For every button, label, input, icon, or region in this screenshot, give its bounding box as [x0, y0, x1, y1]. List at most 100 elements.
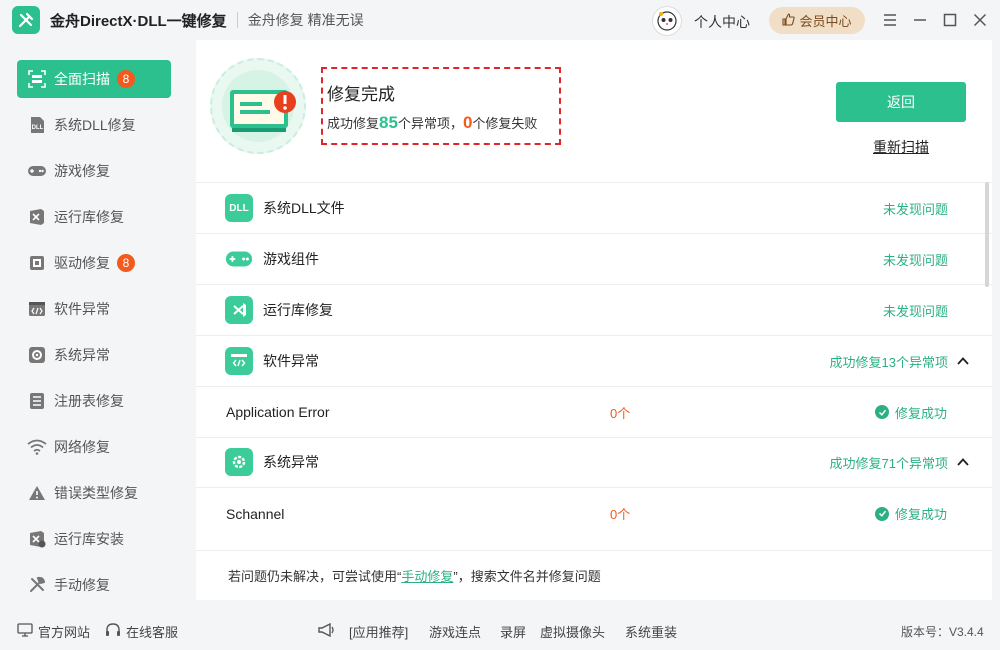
title-bar: 金舟DirectX·DLL一键修复 金舟修复 精准无误 个人中心 会员中心: [0, 0, 1000, 40]
wrench-icon: [27, 575, 47, 595]
manual-repair-link[interactable]: 手动修复: [401, 566, 453, 585]
online-service-link[interactable]: 在线客服: [105, 622, 178, 641]
sidebar-item-registry[interactable]: 注册表修复: [17, 382, 171, 420]
code-icon: [27, 299, 47, 319]
title-divider: [236, 12, 238, 28]
category-row-software[interactable]: 软件异常 成功修复13个异常项: [196, 336, 992, 387]
minimize-icon[interactable]: [910, 10, 930, 30]
check-circle-icon: [875, 405, 889, 419]
headset-icon: [105, 622, 121, 641]
category-status: 未发现问题: [882, 252, 948, 268]
list-scrollbar[interactable]: [985, 182, 989, 287]
sub-item-name: Schannel: [226, 505, 285, 522]
gear-icon: [225, 448, 253, 476]
website-label: 官方网站: [38, 625, 91, 640]
category-row-dll[interactable]: DLL 系统DLL文件 未发现问题: [196, 183, 992, 234]
highlight-frame: [321, 67, 561, 145]
dll-file-icon: DLL: [225, 194, 253, 222]
sub-item-row: Schannel 0个 修复成功: [196, 488, 992, 539]
app-logo-icon: [12, 6, 40, 34]
category-label: 系统异常: [263, 454, 319, 470]
result-label: 修复成功: [895, 507, 948, 522]
sidebar-item-label: 系统DLL修复: [54, 117, 136, 133]
sub-item-row: Application Error 0个 修复成功: [196, 387, 992, 438]
status-title: 修复完成: [327, 85, 395, 104]
footer-link-screen-record[interactable]: 录屏: [500, 622, 526, 641]
hint-after: ”，搜索文件名并修复问题: [453, 569, 601, 584]
service-label: 在线客服: [126, 625, 179, 640]
category-status: 成功修复13个异常项: [829, 354, 948, 370]
scan-icon: [27, 69, 47, 89]
close-icon[interactable]: [970, 10, 990, 30]
chevron-up-icon[interactable]: [956, 455, 970, 469]
vip-center-button[interactable]: 会员中心: [769, 7, 865, 34]
main-panel: 修复完成 成功修复85个异常项，0个修复失败 返回 重新扫描 DLL 系统DLL…: [196, 40, 992, 600]
count-badge: 8: [117, 70, 135, 88]
driver-icon: [27, 253, 47, 273]
fixed-count: 85: [379, 113, 398, 132]
personal-center-link[interactable]: 个人中心: [694, 12, 750, 32]
rescan-link[interactable]: 重新扫描: [873, 137, 929, 157]
result-label: 修复成功: [895, 405, 948, 421]
gear-icon: [27, 345, 47, 365]
footer-link-system-reinstall[interactable]: 系统重装: [625, 622, 677, 641]
repair-illustration: [210, 58, 306, 154]
app-recommend-label: [应用推荐]: [349, 625, 409, 640]
sub-item-result: 修复成功: [875, 403, 947, 422]
check-circle-icon: [875, 506, 889, 521]
sidebar-item-network[interactable]: 网络修复: [17, 428, 171, 466]
bottom-bar: 官方网站 在线客服 [应用推荐] 游戏连点 录屏 虚拟摄像头 系统重装 版本号：…: [0, 608, 1000, 650]
warning-icon: [27, 483, 47, 503]
code-window-icon: [225, 347, 253, 375]
sidebar-item-label: 系统异常: [54, 347, 110, 363]
sidebar-item-label: 注册表修复: [54, 393, 124, 409]
menu-icon[interactable]: [880, 10, 900, 30]
sidebar-item-manual[interactable]: 手动修复: [17, 566, 171, 604]
sidebar-item-software[interactable]: 软件异常: [17, 290, 171, 328]
sub-item-count: 0个: [610, 405, 631, 421]
category-row-runtime[interactable]: 运行库修复 未发现问题: [196, 285, 992, 336]
svg-text:DLL: DLL: [32, 125, 44, 131]
sidebar-item-error-type[interactable]: 错误类型修复: [17, 474, 171, 512]
sub-item-name: Application Error: [226, 404, 330, 420]
sidebar-item-driver[interactable]: 驱动修复 8: [17, 244, 171, 282]
sidebar-item-label: 运行库安装: [54, 531, 124, 547]
chevron-up-icon[interactable]: [956, 354, 970, 368]
sidebar-item-runtime-install[interactable]: 运行库安装: [17, 520, 171, 558]
avatar[interactable]: [652, 6, 682, 36]
category-label: 系统DLL文件: [263, 200, 345, 216]
sidebar-item-label: 运行库修复: [54, 209, 124, 225]
footer-link-game-clicker[interactable]: 游戏连点: [429, 622, 481, 641]
summary-suffix: 个修复失败: [472, 116, 538, 131]
category-label: 游戏组件: [263, 251, 319, 267]
sidebar-item-system[interactable]: 系统异常: [17, 336, 171, 374]
sidebar-item-dll[interactable]: DLL 系统DLL修复: [17, 106, 171, 144]
megaphone-icon: [317, 622, 337, 638]
sidebar-item-label: 驱动修复: [54, 255, 110, 271]
back-button[interactable]: 返回: [836, 82, 966, 122]
dll-icon: DLL: [27, 115, 47, 135]
sidebar-item-runtime[interactable]: 运行库修复: [17, 198, 171, 236]
result-list: DLL 系统DLL文件 未发现问题 游戏组件 未发现问题 运行库修复 未发现问题…: [196, 182, 992, 550]
failed-count: 0: [462, 113, 473, 132]
wifi-icon: [27, 437, 47, 457]
sidebar-item-game[interactable]: 游戏修复: [17, 152, 171, 190]
footer-link-virtual-camera[interactable]: 虚拟摄像头: [540, 622, 605, 641]
category-status: 未发现问题: [882, 303, 948, 319]
category-row-system[interactable]: 系统异常 成功修复71个异常项: [196, 437, 992, 488]
official-website-link[interactable]: 官方网站: [17, 622, 90, 641]
category-label: 软件异常: [263, 353, 319, 369]
maximize-icon[interactable]: [940, 10, 960, 30]
gamepad-icon: [27, 161, 47, 181]
runtime-icon: [27, 207, 47, 227]
list-icon: [27, 391, 47, 411]
status-summary: 成功修复85个异常项，0个修复失败: [327, 113, 537, 133]
help-hint: 若问题仍未解决，可尝试使用“ 手动修复 ”，搜索文件名并修复问题: [196, 550, 992, 600]
version-label: 版本号：V3.4.4: [901, 625, 984, 639]
sidebar-item-label: 错误类型修复: [54, 485, 138, 501]
category-label: 运行库修复: [263, 302, 333, 318]
count-badge: 8: [117, 254, 135, 272]
monitor-icon: [17, 623, 33, 640]
category-row-game[interactable]: 游戏组件 未发现问题: [196, 234, 992, 285]
sidebar-item-full-scan[interactable]: 全面扫描 8: [17, 60, 171, 98]
